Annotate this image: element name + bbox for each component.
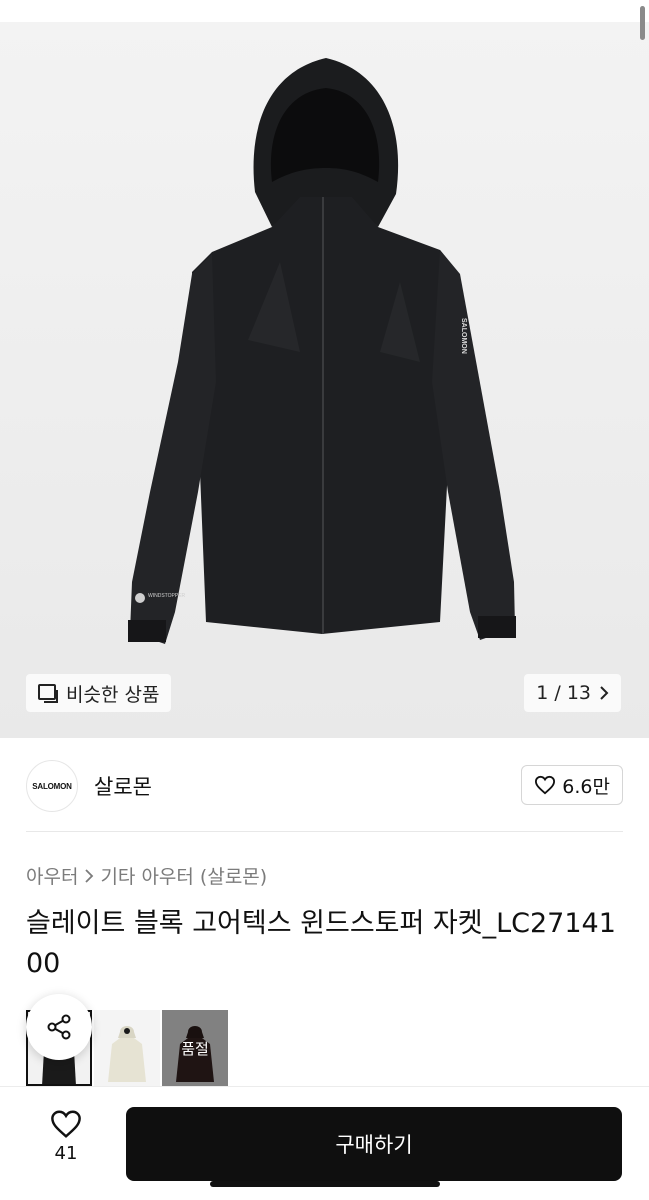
top-strip [0, 0, 649, 22]
soldout-badge: 품절 [162, 1010, 228, 1086]
breadcrumb-level1[interactable]: 아우터 [26, 862, 78, 889]
heart-icon [51, 1110, 81, 1138]
product-image-jacket: SALOMON WINDSTOPPER [128, 58, 516, 644]
brand-row[interactable]: SALOMON 살로몬 6.6만 [26, 758, 623, 814]
wishlist-count: 41 [54, 1143, 78, 1164]
wishlist-button[interactable]: 41 [30, 1109, 102, 1164]
chevron-right-icon [600, 686, 609, 700]
product-title: 슬레이트 블록 고어텍스 윈드스토퍼 자켓_LC2714100 [26, 908, 616, 979]
thumbnail-ivory[interactable] [94, 1010, 160, 1086]
buy-button[interactable]: 구매하기 [126, 1107, 622, 1181]
image-pager[interactable]: 1 / 13 [524, 674, 621, 712]
brand-logo[interactable]: SALOMON [26, 760, 78, 812]
brand-like-button[interactable]: 6.6만 [521, 765, 623, 805]
chevron-right-icon [85, 868, 94, 883]
svg-text:WINDSTOPPER: WINDSTOPPER [148, 593, 186, 599]
thumbnail-brown[interactable]: 품절 [162, 1010, 228, 1086]
brand-name[interactable]: 살로몬 [94, 771, 152, 801]
bottom-action-bar: 41 구매하기 [0, 1086, 649, 1200]
product-image-gallery[interactable]: SALOMON WINDSTOPPER [0, 22, 649, 738]
share-button[interactable] [26, 994, 92, 1060]
breadcrumb: 아우터 기타 아우터 (살로몬) [26, 862, 267, 889]
similar-items-icon [38, 684, 58, 703]
home-indicator [210, 1181, 440, 1187]
breadcrumb-level2[interactable]: 기타 아우터 (살로몬) [100, 862, 267, 889]
thumbnail-image [94, 1010, 160, 1086]
similar-items-label: 비슷한 상품 [66, 683, 160, 706]
share-icon [47, 1014, 71, 1040]
scrollbar[interactable] [640, 6, 645, 40]
sleeve-brand-logo: SALOMON [460, 318, 467, 354]
svg-text:SALOMON: SALOMON [460, 318, 467, 354]
heart-icon [535, 775, 556, 795]
divider [26, 831, 623, 832]
similar-items-button[interactable]: 비슷한 상품 [26, 674, 172, 712]
pager-text: 1 / 13 [536, 682, 591, 704]
brand-like-count: 6.6만 [562, 775, 610, 798]
